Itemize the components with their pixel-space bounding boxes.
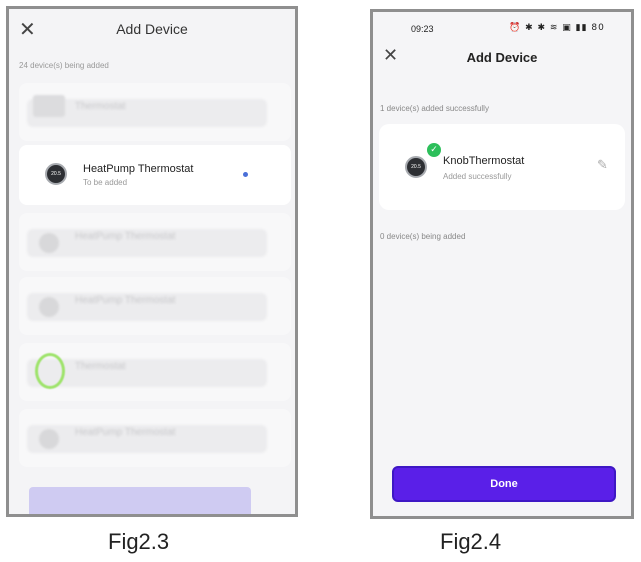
device-name-blurred: HeatPump Thermostat <box>75 231 176 242</box>
device-name-blurred: Thermostat <box>75 361 126 372</box>
list-item-blurred: HeatPump Thermostat <box>19 277 291 335</box>
thermostat-icon <box>39 429 59 449</box>
adding-count-text: 0 device(s) being added <box>380 232 466 241</box>
list-item-blurred: Thermostat <box>19 83 291 141</box>
status-time: 09:23 <box>411 24 434 34</box>
figure-caption: Fig2.3 <box>108 529 170 554</box>
done-button-disabled[interactable] <box>29 487 251 514</box>
device-name-blurred: Thermostat <box>75 101 126 112</box>
adding-count-text: 24 device(s) being added <box>19 61 109 70</box>
add-device-screen-fig24: 09:23 ⏰ ✱ ✱ ≋ ▣ ▮▮ 80 ✕ Add Device 1 dev… <box>370 9 634 519</box>
page-title: Add Device <box>466 50 538 65</box>
device-name: KnobThermostat <box>443 155 525 167</box>
loading-spinner-icon <box>243 172 248 177</box>
thermostat-icon: 20.5 <box>405 156 427 178</box>
device-name-blurred: HeatPump Thermostat <box>75 295 176 306</box>
success-count-text: 1 device(s) added successfully <box>380 104 489 113</box>
list-item-blurred: Thermostat <box>19 343 291 401</box>
added-device-card[interactable]: 20.5 ✓ KnobThermostat Added successfully… <box>379 124 625 210</box>
device-name: HeatPump Thermostat <box>83 163 194 175</box>
check-icon: ✓ <box>427 143 441 157</box>
list-item-blurred: HeatPump Thermostat <box>19 213 291 271</box>
thermostat-icon <box>39 297 59 317</box>
add-device-screen-fig23: ✕ Add Device 24 device(s) being added Th… <box>6 6 298 517</box>
thermostat-icon <box>39 233 59 253</box>
device-status: To be added <box>83 178 128 187</box>
list-item-blurred: HeatPump Thermostat <box>19 409 291 467</box>
page-title: Add Device <box>116 21 188 37</box>
device-status: Added successfully <box>443 172 512 181</box>
device-image-blurred <box>33 95 65 117</box>
figure-caption: Fig2.4 <box>440 529 502 554</box>
device-name-blurred: HeatPump Thermostat <box>75 427 176 438</box>
pairing-ring-icon <box>35 353 65 389</box>
status-bar-icons: ⏰ ✱ ✱ ≋ ▣ ▮▮ 80 <box>509 23 605 33</box>
list-item-active[interactable]: 20.5 HeatPump Thermostat To be added <box>19 145 291 205</box>
edit-pencil-icon[interactable]: ✎ <box>597 158 608 173</box>
done-button[interactable]: Done <box>392 466 616 502</box>
thermostat-icon: 20.5 <box>45 163 67 185</box>
